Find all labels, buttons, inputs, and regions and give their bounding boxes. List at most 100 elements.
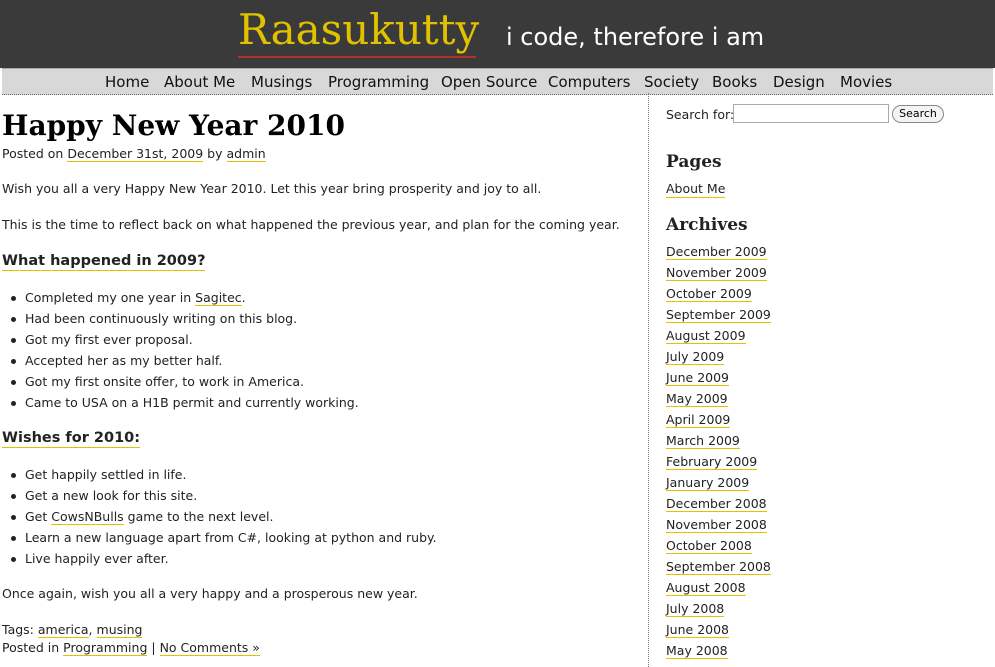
site-header: Raasukutty i code, therefore i am — [0, 0, 995, 68]
cowsnbulls-link[interactable]: CowsNBulls — [51, 509, 124, 525]
post-tags: Tags: america, musing — [2, 622, 143, 638]
bullet-icon — [11, 317, 16, 322]
archives-list: December 2009 November 2009 October 2009… — [666, 243, 771, 663]
post-paragraph-3: Once again, wish you all a very happy an… — [2, 586, 418, 601]
list-item-text: Get happily settled in life. — [25, 467, 187, 482]
nav-about-me[interactable]: About Me — [164, 72, 235, 92]
archive-link[interactable]: August 2008 — [666, 580, 746, 596]
nav-movies[interactable]: Movies — [840, 72, 892, 92]
site-tagline: i code, therefore i am — [506, 23, 765, 51]
list-item-text: Get a new look for this site. — [25, 488, 198, 503]
list-item: Had been continuously writing on this bl… — [2, 308, 359, 329]
archive-link[interactable]: July 2009 — [666, 349, 725, 365]
archive-link[interactable]: July 2008 — [666, 601, 725, 617]
list-item-text: Live happily ever after. — [25, 551, 169, 566]
archive-link[interactable]: November 2009 — [666, 265, 767, 281]
list-item-text: . — [241, 290, 246, 305]
sagitec-link[interactable]: Sagitec — [195, 290, 242, 306]
nav-design[interactable]: Design — [773, 72, 825, 92]
bullet-icon — [11, 536, 16, 541]
list-item: Accepted her as my better half. — [2, 350, 359, 371]
bullet-icon — [11, 380, 16, 385]
bullet-icon — [11, 515, 16, 520]
archive-link[interactable]: October 2009 — [666, 286, 752, 302]
archive-link[interactable]: August 2009 — [666, 328, 746, 344]
tag-separator: , — [88, 622, 93, 637]
search-button[interactable]: Search — [892, 105, 944, 123]
list-item-text: Get — [25, 509, 52, 524]
heading-what-happened: What happened in 2009? — [2, 253, 206, 271]
category-programming-link[interactable]: Programming — [63, 640, 148, 656]
pages-heading: Pages — [666, 152, 722, 172]
tag-musing-link[interactable]: musing — [96, 622, 143, 638]
by-label: by — [207, 146, 223, 161]
archive-link[interactable]: January 2009 — [666, 475, 750, 491]
list-item-text: Completed my one year in — [25, 290, 196, 305]
archive-link[interactable]: October 2008 — [666, 538, 752, 554]
post-author-link[interactable]: admin — [226, 146, 266, 162]
bullet-icon — [11, 401, 16, 406]
archive-link[interactable]: May 2008 — [666, 643, 728, 659]
main-navigation: Home About Me Musings Programming Open S… — [2, 68, 993, 95]
post-date-link[interactable]: December 31st, 2009 — [67, 146, 204, 162]
nav-musings[interactable]: Musings — [251, 72, 312, 92]
nav-open-source[interactable]: Open Source — [441, 72, 537, 92]
list-item: Came to USA on a H1B permit and currentl… — [2, 392, 359, 413]
list-item-text: game to the next level. — [123, 509, 274, 524]
nav-computers[interactable]: Computers — [548, 72, 630, 92]
list-item: Get CowsNBulls game to the next level. — [2, 506, 437, 527]
bullet-icon — [11, 296, 16, 301]
archive-link[interactable]: September 2008 — [666, 559, 771, 575]
post-categories: Posted in Programming | No Comments » — [2, 640, 260, 656]
tag-america-link[interactable]: america — [37, 622, 89, 638]
search-input[interactable] — [733, 104, 889, 123]
list-item-text: Learn a new language apart from C#, look… — [25, 530, 437, 545]
list-item-text: Got my first ever proposal. — [25, 332, 193, 347]
meta-separator: | — [151, 640, 156, 655]
title-underline — [238, 56, 476, 58]
nav-home[interactable]: Home — [105, 72, 149, 92]
list-item: Get happily settled in life. — [2, 464, 437, 485]
nav-society[interactable]: Society — [644, 72, 699, 92]
bullet-icon — [11, 557, 16, 562]
post-meta: Posted on December 31st, 2009 by admin — [2, 146, 266, 162]
bullet-icon — [11, 473, 16, 478]
list-item-text: Came to USA on a H1B permit and currentl… — [25, 395, 359, 410]
bullet-icon — [11, 359, 16, 364]
archive-link[interactable]: June 2009 — [666, 370, 730, 386]
list-item-text: Got my first onsite offer, to work in Am… — [25, 374, 304, 389]
posted-in-label: Posted in — [2, 640, 60, 655]
post-title[interactable]: Happy New Year 2010 — [2, 110, 345, 142]
site-title[interactable]: Raasukutty — [238, 5, 479, 55]
post-paragraph-1: Wish you all a very Happy New Year 2010.… — [2, 181, 542, 196]
list-item: Learn a new language apart from C#, look… — [2, 527, 437, 548]
list-2009: Completed my one year in Sagitec. Had be… — [2, 287, 359, 413]
list-item: Got my first ever proposal. — [2, 329, 359, 350]
nav-books[interactable]: Books — [712, 72, 757, 92]
tags-label: Tags: — [2, 622, 34, 637]
list-2010: Get happily settled in life. Get a new l… — [2, 464, 437, 569]
comments-link[interactable]: No Comments » — [159, 640, 260, 656]
archive-link[interactable]: May 2009 — [666, 391, 728, 407]
list-item: Got my first onsite offer, to work in Am… — [2, 371, 359, 392]
archive-link[interactable]: December 2009 — [666, 244, 767, 260]
posted-on-label: Posted on — [2, 146, 64, 161]
list-item: Get a new look for this site. — [2, 485, 437, 506]
archive-link[interactable]: April 2009 — [666, 412, 731, 428]
archive-link[interactable]: February 2009 — [666, 454, 758, 470]
archive-link[interactable]: September 2009 — [666, 307, 771, 323]
column-divider — [648, 93, 649, 667]
list-item: Live happily ever after. — [2, 548, 437, 569]
nav-programming[interactable]: Programming — [328, 72, 429, 92]
pages-about-me-link[interactable]: About Me — [666, 181, 726, 198]
heading-wishes: Wishes for 2010: — [2, 430, 141, 448]
bullet-icon — [11, 494, 16, 499]
archives-heading: Archives — [666, 215, 748, 235]
archive-link[interactable]: December 2008 — [666, 496, 767, 512]
post-paragraph-2: This is the time to reflect back on what… — [2, 217, 620, 232]
archive-link[interactable]: March 2009 — [666, 433, 740, 449]
archive-link[interactable]: November 2008 — [666, 517, 767, 533]
list-item: Completed my one year in Sagitec. — [2, 287, 359, 308]
archive-link[interactable]: June 2008 — [666, 622, 730, 638]
bullet-icon — [11, 338, 16, 343]
